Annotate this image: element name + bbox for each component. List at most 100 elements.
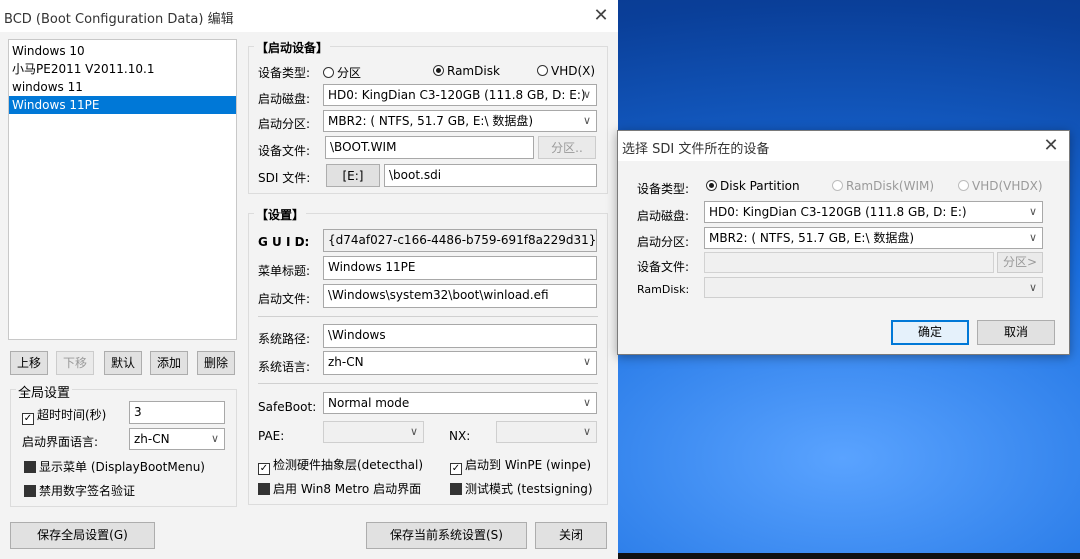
checkmark-icon: ✓ [22, 413, 34, 425]
chevron-down-icon: ∨ [582, 88, 591, 101]
timeout-checkbox[interactable]: ✓ 超时时间(秒) [22, 406, 106, 425]
list-item[interactable]: 小马PE2011 V2011.10.1 [9, 60, 236, 78]
sdi-ok-button[interactable]: 确定 [891, 320, 969, 345]
add-entry-button[interactable]: 添加 [150, 351, 188, 375]
guid-field: {d74af027-c166-4486-b759-691f8a229d31} [323, 229, 597, 252]
system-path-input[interactable]: \Windows [323, 324, 597, 348]
list-item[interactable]: windows 11 [9, 78, 236, 96]
boot-lang-select[interactable]: zh-CN ∨ [129, 428, 225, 450]
metro-checkbox[interactable]: 启用 Win8 Metro 启动界面 [258, 480, 421, 497]
checkbox-indeterminate-icon [450, 483, 462, 495]
close-button[interactable]: 关闭 [535, 522, 607, 549]
radio-icon [832, 180, 843, 191]
chevron-down-icon: ∨ [582, 425, 591, 438]
chevron-down-icon: ∨ [582, 396, 591, 409]
sdi-cancel-button[interactable]: 取消 [977, 320, 1055, 345]
chevron-down-icon: ∨ [582, 355, 591, 368]
device-file-input[interactable]: \BOOT.WIM [325, 136, 534, 159]
main-window-title: BCD (Boot Configuration Data) 编辑 [4, 12, 234, 27]
radio-partition[interactable]: 分区 [323, 64, 361, 81]
winpe-checkbox[interactable]: ✓ 启动到 WinPE (winpe) [450, 456, 591, 475]
checkbox-indeterminate-icon [258, 483, 270, 495]
sdi-boot-disk-select[interactable]: HD0: KingDian C3-120GB (111.8 GB, D: E:)… [704, 201, 1043, 223]
save-current-button[interactable]: 保存当前系统设置(S) [366, 522, 527, 549]
partition-browse-button[interactable]: 分区.. [538, 136, 596, 159]
radio-icon [958, 180, 969, 191]
settings-divider [258, 316, 598, 317]
boot-entry-list[interactable]: Windows 10 小马PE2011 V2011.10.1 windows 1… [8, 39, 237, 340]
boot-partition-label: 启动分区: [258, 117, 311, 131]
boot-disk-label: 启动磁盘: [258, 92, 311, 106]
checkmark-icon: ✓ [450, 463, 462, 475]
radio-icon [323, 67, 334, 78]
disable-signature-checkbox[interactable]: 禁用数字签名验证 [24, 482, 135, 499]
settings-divider [258, 383, 598, 384]
sdi-file-label: SDI 文件: [258, 171, 311, 185]
menu-title-input[interactable]: Windows 11PE [323, 256, 597, 280]
sdi-partition-button[interactable]: 分区> [997, 252, 1043, 273]
sdi-radio-partition[interactable]: Disk Partition [706, 179, 800, 193]
boot-partition-select[interactable]: MBR2: ( NTFS, 51.7 GB, E:\ 数据盘) ∨ [323, 110, 597, 132]
system-path-label: 系统路径: [258, 332, 311, 346]
nx-select[interactable]: ∨ [496, 421, 597, 443]
taskbar-edge [618, 553, 1080, 559]
main-close-icon[interactable]: ✕ [588, 4, 614, 28]
sdi-dialog-titlebar: 选择 SDI 文件所在的设备 ✕ [618, 131, 1069, 161]
system-lang-label: 系统语言: [258, 360, 311, 374]
set-default-button[interactable]: 默认 [104, 351, 142, 375]
chevron-down-icon: ∨ [1028, 205, 1037, 218]
detecthal-checkbox[interactable]: ✓ 检测硬件抽象层(detecthal) [258, 456, 423, 475]
sdi-boot-part-select[interactable]: MBR2: ( NTFS, 51.7 GB, E:\ 数据盘) ∨ [704, 227, 1043, 249]
timeout-input[interactable]: 3 [129, 401, 225, 424]
list-item-selected[interactable]: Windows 11PE [9, 96, 236, 114]
guid-label: G U I D: [258, 235, 310, 249]
radio-ramdisk[interactable]: RamDisk [433, 64, 500, 78]
move-up-button[interactable]: 上移 [10, 351, 48, 375]
nx-label: NX: [449, 429, 471, 443]
sdi-drive-button[interactable]: [E:] [326, 164, 380, 187]
settings-title: 【设置】 [254, 206, 307, 223]
chevron-down-icon: ∨ [409, 425, 418, 438]
pae-label: PAE: [258, 429, 285, 443]
checkbox-indeterminate-icon [24, 485, 36, 497]
sdi-dialog-title: 选择 SDI 文件所在的设备 [622, 142, 770, 157]
global-settings-title: 全局设置 [16, 382, 73, 401]
boot-lang-label: 启动界面语言: [22, 435, 99, 449]
sdi-boot-part-label: 启动分区: [637, 235, 690, 249]
sdi-file-input[interactable]: \boot.sdi [384, 164, 597, 187]
radio-vhd[interactable]: VHD(X) [537, 64, 595, 78]
menu-title-label: 菜单标题: [258, 264, 311, 278]
delete-entry-button[interactable]: 删除 [197, 351, 235, 375]
checkmark-icon: ✓ [258, 463, 270, 475]
sdi-ramdisk-select[interactable]: ∨ [704, 277, 1043, 298]
show-menu-checkbox[interactable]: 显示菜单 (DisplayBootMenu) [24, 458, 205, 475]
sdi-close-icon[interactable]: ✕ [1038, 134, 1064, 158]
sdi-type-label: 设备类型: [637, 182, 690, 196]
boot-file-label: 启动文件: [258, 292, 311, 306]
chevron-down-icon: ∨ [1028, 231, 1037, 244]
boot-disk-select[interactable]: HD0: KingDian C3-120GB (111.8 GB, D: E:)… [323, 84, 597, 106]
testsigning-checkbox[interactable]: 测试模式 (testsigning) [450, 480, 593, 497]
chevron-down-icon: ∨ [1028, 281, 1037, 294]
pae-select[interactable]: ∨ [323, 421, 424, 443]
safeboot-label: SafeBoot: [258, 400, 317, 414]
sdi-ramdisk-label: RamDisk: [637, 283, 690, 296]
sdi-device-file-input[interactable] [704, 252, 994, 273]
main-titlebar: BCD (Boot Configuration Data) 编辑 ✕ [0, 0, 618, 32]
safeboot-select[interactable]: Normal mode ∨ [323, 392, 597, 414]
move-down-button[interactable]: 下移 [56, 351, 94, 375]
radio-selected-icon [706, 180, 717, 191]
chevron-down-icon: ∨ [210, 432, 219, 445]
save-global-button[interactable]: 保存全局设置(G) [10, 522, 155, 549]
sdi-boot-disk-label: 启动磁盘: [637, 209, 690, 223]
checkbox-indeterminate-icon [24, 461, 36, 473]
radio-selected-icon [433, 65, 444, 76]
device-type-label: 设备类型: [258, 66, 311, 80]
device-file-label: 设备文件: [258, 144, 311, 158]
boot-file-input[interactable]: \Windows\system32\boot\winload.efi [323, 284, 597, 308]
boot-device-title: 【启动设备】 [254, 39, 331, 56]
list-item[interactable]: Windows 10 [9, 42, 236, 60]
sdi-radio-ramdisk[interactable]: RamDisk(WIM) [832, 179, 934, 193]
sdi-radio-vhd[interactable]: VHD(VHDX) [958, 179, 1043, 193]
system-lang-select[interactable]: zh-CN ∨ [323, 351, 597, 375]
